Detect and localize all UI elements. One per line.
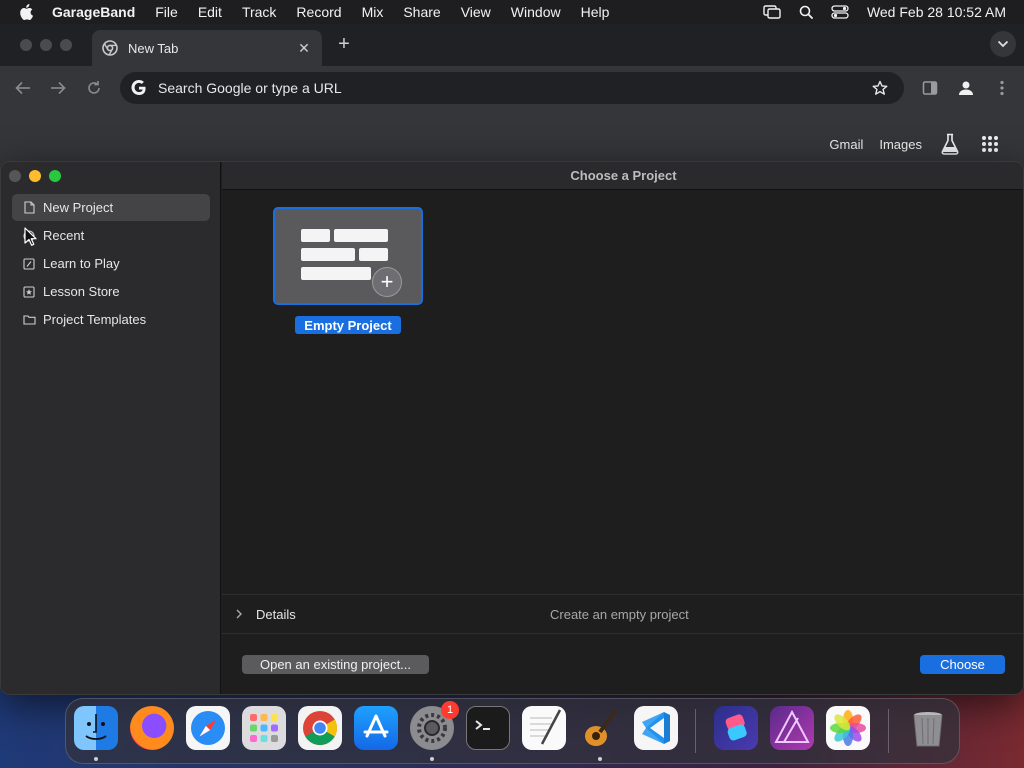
- tab-search-chevron-icon[interactable]: [990, 31, 1016, 57]
- trash-icon[interactable]: [906, 706, 950, 750]
- menu-view[interactable]: View: [451, 4, 501, 20]
- menu-app-name[interactable]: GarageBand: [52, 4, 145, 20]
- empty-project-tile[interactable]: +: [273, 207, 423, 305]
- window-close-button[interactable]: [9, 170, 21, 182]
- add-plus-icon: +: [372, 267, 402, 297]
- chevron-right-icon[interactable]: [222, 609, 256, 619]
- control-center-icon[interactable]: [823, 5, 857, 19]
- menu-clock[interactable]: Wed Feb 28 10:52 AM: [857, 4, 1006, 20]
- images-link[interactable]: Images: [879, 137, 922, 152]
- omnibox-placeholder: Search Google or type a URL: [158, 80, 342, 96]
- vscode-icon[interactable]: [634, 706, 678, 750]
- finder-icon[interactable]: [74, 706, 118, 750]
- safari-icon[interactable]: [186, 706, 230, 750]
- screen-mirroring-icon[interactable]: [755, 5, 789, 19]
- sidebar-list: New Project Recent Learn to Play Lesson …: [12, 194, 210, 334]
- browser-zoom-button[interactable]: [60, 39, 72, 51]
- side-panel-icon[interactable]: [920, 78, 940, 98]
- browser-window-controls: [20, 39, 72, 51]
- browser-tab-strip: New Tab ✕ +: [0, 24, 1024, 66]
- menu-help[interactable]: Help: [571, 4, 620, 20]
- apple-icon[interactable]: [0, 4, 52, 20]
- gmail-link[interactable]: Gmail: [829, 137, 863, 152]
- terminal-icon[interactable]: [466, 706, 510, 750]
- menu-share[interactable]: Share: [393, 4, 450, 20]
- folder-icon: [22, 313, 36, 327]
- app-store-icon[interactable]: [354, 706, 398, 750]
- guitar-lesson-icon: [22, 257, 36, 271]
- window-minimize-button[interactable]: [29, 170, 41, 182]
- sidebar-item-label: Lesson Store: [43, 284, 120, 299]
- empty-project-label[interactable]: Empty Project: [295, 316, 401, 334]
- shortcuts-icon[interactable]: [714, 706, 758, 750]
- browser-minimize-button[interactable]: [40, 39, 52, 51]
- bookmark-star-icon[interactable]: [870, 80, 890, 96]
- project-chooser-main: Choose a Project + Empty Project Details…: [222, 162, 1023, 694]
- forward-arrow-icon[interactable]: [46, 76, 70, 100]
- dock-separator: [888, 709, 889, 753]
- garageband-icon[interactable]: [578, 706, 622, 750]
- system-settings-icon[interactable]: 1: [410, 701, 459, 750]
- sidebar-item-learn-to-play[interactable]: Learn to Play: [12, 250, 210, 277]
- textedit-icon[interactable]: [522, 706, 566, 750]
- choose-button[interactable]: Choose: [920, 655, 1005, 674]
- menu-mix[interactable]: Mix: [352, 4, 394, 20]
- new-tab-plus-icon[interactable]: +: [334, 32, 354, 56]
- dock: 1: [65, 698, 960, 764]
- launchpad-icon[interactable]: [242, 706, 286, 750]
- sidebar-item-label: Learn to Play: [43, 256, 120, 271]
- sidebar-item-recent[interactable]: Recent: [12, 222, 210, 249]
- ntp-top-links: Gmail Images: [829, 132, 1002, 156]
- sidebar-item-lesson-store[interactable]: Lesson Store: [12, 278, 210, 305]
- profile-avatar-icon[interactable]: [956, 78, 976, 98]
- browser-toolbar: Search Google or type a URL: [0, 66, 1024, 110]
- tab-new-tab[interactable]: New Tab ✕: [92, 30, 322, 66]
- mouse-cursor-icon: [24, 227, 38, 247]
- labs-flask-icon[interactable]: [938, 132, 962, 156]
- photos-icon[interactable]: [826, 706, 870, 750]
- window-zoom-button[interactable]: [49, 170, 61, 182]
- sidebar-item-label: New Project: [43, 200, 114, 215]
- google-apps-grid-icon[interactable]: [978, 132, 1002, 156]
- garageband-project-chooser-window: New Project Recent Learn to Play Lesson …: [0, 161, 1024, 695]
- menu-track[interactable]: Track: [232, 4, 286, 20]
- settings-running-dot: [430, 757, 434, 761]
- tab-title: New Tab: [128, 40, 179, 56]
- spotlight-search-icon[interactable]: [789, 5, 823, 19]
- chrome-menu-kebab-icon[interactable]: [992, 78, 1012, 98]
- tab-close-icon[interactable]: ✕: [296, 40, 312, 56]
- garageband-running-dot: [598, 757, 602, 761]
- notification-badge: 1: [441, 701, 459, 719]
- sidebar-item-new-project[interactable]: New Project: [12, 194, 210, 221]
- finder-running-dot: [94, 757, 98, 761]
- star-box-icon: [22, 285, 36, 299]
- back-arrow-icon[interactable]: [11, 76, 35, 100]
- menu-edit[interactable]: Edit: [188, 4, 232, 20]
- details-label[interactable]: Details: [256, 607, 296, 622]
- google-g-icon: [130, 79, 148, 97]
- sidebar-item-label: Recent: [43, 228, 85, 243]
- chrome-icon[interactable]: [298, 706, 342, 750]
- chrome-favicon-icon: [102, 40, 118, 56]
- project-description: Create an empty project: [550, 606, 689, 622]
- dock-separator: [695, 709, 696, 753]
- menu-window[interactable]: Window: [501, 4, 571, 20]
- document-icon: [22, 201, 36, 215]
- menu-file[interactable]: File: [145, 4, 188, 20]
- sidebar-item-project-templates[interactable]: Project Templates: [12, 306, 210, 333]
- window-title: Choose a Project: [222, 162, 1023, 190]
- browser-close-button[interactable]: [20, 39, 32, 51]
- firefox-icon[interactable]: [130, 706, 174, 750]
- sidebar-item-label: Project Templates: [43, 312, 147, 327]
- details-disclosure[interactable]: Details Create an empty project: [222, 594, 1023, 634]
- menu-record[interactable]: Record: [286, 4, 351, 20]
- affinity-photo-icon[interactable]: [770, 706, 814, 750]
- reload-icon[interactable]: [82, 76, 106, 100]
- window-controls: [9, 170, 61, 182]
- menu-bar: GarageBand File Edit Track Record Mix Sh…: [0, 0, 1024, 24]
- omnibox[interactable]: Search Google or type a URL: [120, 72, 904, 104]
- open-existing-project-button[interactable]: Open an existing project...: [242, 655, 429, 674]
